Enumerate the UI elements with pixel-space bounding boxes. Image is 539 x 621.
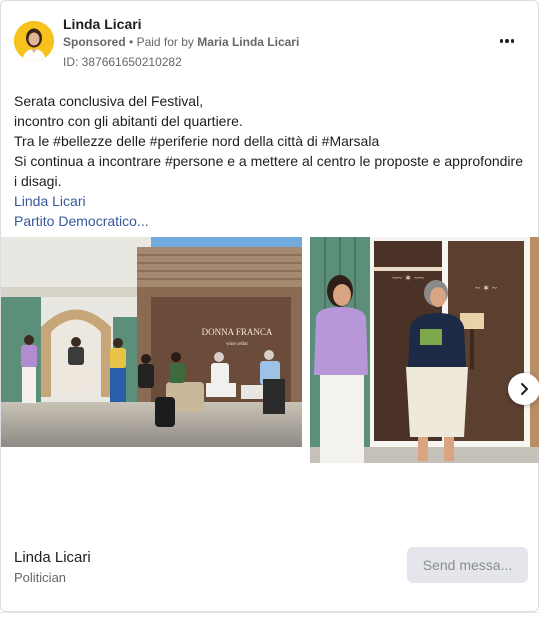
more-dot (510, 39, 515, 43)
door-ornament: ~~ ✶ ~~ (392, 273, 424, 283)
send-message-button[interactable]: Send messa... (407, 547, 528, 583)
event-photo-doorway: ~~ ✶ ~~ ~ ✶ ~ (310, 237, 539, 463)
post-line: Si continua a incontrare #persone e a me… (14, 153, 523, 169)
ad-card: Linda Licari Sponsored • Paid for by Mar… (0, 0, 539, 612)
post-link-linda-licari[interactable]: Linda Licari (14, 191, 529, 211)
paid-for-prefix: Paid for by (136, 35, 194, 49)
door-ornament: ~ ✶ ~ (475, 283, 497, 293)
separator: • (129, 35, 134, 49)
sign-subtext: wine cellar (226, 342, 248, 347)
more-options-button[interactable] (495, 31, 519, 51)
post-line: incontro con gli abitanti del quartiere. (14, 113, 243, 129)
post-link-partito-democratico[interactable]: Partito Democratico... (14, 211, 529, 231)
post-line: Serata conclusiva del Festival, (14, 93, 204, 109)
sign-text: DONNA FRANCA (202, 327, 273, 337)
post-line: i disagi. (14, 173, 62, 189)
paid-for-name: Maria Linda Licari (197, 35, 300, 49)
post-text: Serata conclusiva del Festival, incontro… (14, 91, 529, 231)
ad-id: ID: 387661650210282 (63, 55, 182, 69)
carousel-photo-1[interactable]: DONNA FRANCA wine cellar (1, 237, 302, 447)
event-photo-courtyard: DONNA FRANCA wine cellar (1, 237, 302, 447)
profile-avatar[interactable] (14, 21, 54, 61)
post-line: Tra le #bellezze delle #periferie nord d… (14, 133, 380, 149)
avatar-photo (14, 21, 54, 61)
image-carousel[interactable]: DONNA FRANCA wine cellar ~~ ✶ ~~ ~ ✶ ~ (1, 237, 539, 463)
carousel-photo-2[interactable]: ~~ ✶ ~~ ~ ✶ ~ (310, 237, 539, 463)
footer-page-name[interactable]: Linda Licari (14, 549, 91, 566)
carousel-next-button[interactable] (508, 373, 539, 405)
footer-page-category: Politician (14, 570, 67, 585)
bottom-divider (0, 612, 539, 613)
more-dot (505, 39, 509, 43)
sponsored-label: Sponsored (63, 35, 126, 49)
more-horizontal-icon (499, 39, 504, 43)
chevron-right-icon (521, 383, 528, 395)
page-name[interactable]: Linda Licari (63, 16, 142, 32)
sponsored-line: Sponsored • Paid for by Maria Linda Lica… (63, 35, 299, 49)
